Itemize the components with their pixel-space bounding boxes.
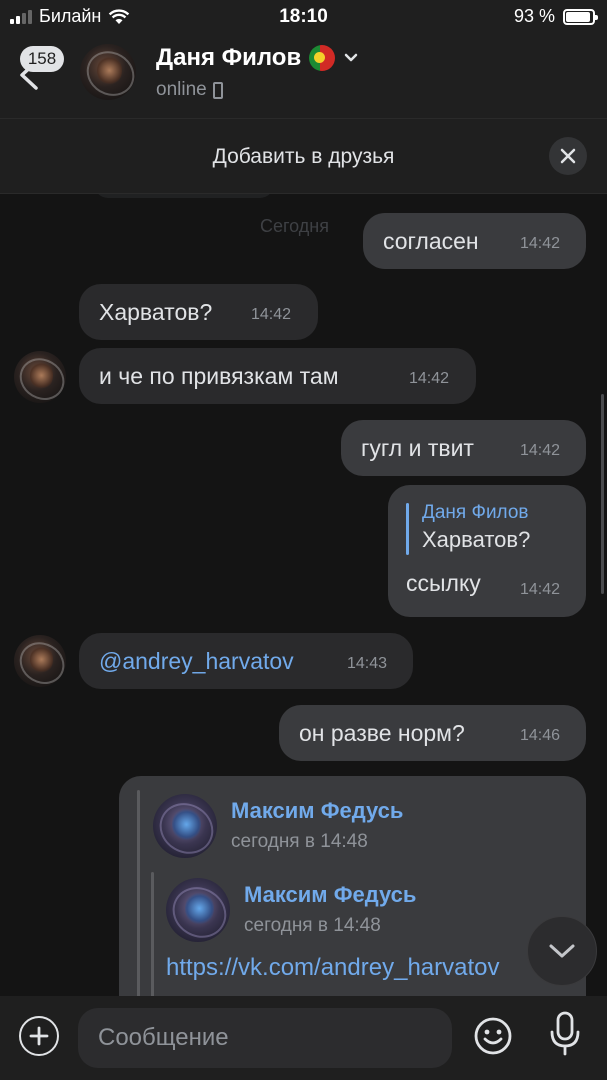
message-time: 14:42 <box>251 306 292 323</box>
message-time: 14:43 <box>347 655 388 672</box>
add-friend-bar: Добавить в друзья <box>0 118 607 194</box>
status-left: Билайн <box>10 6 130 27</box>
status-bar: Билайн 18:10 93 % <box>0 0 607 36</box>
message-list[interactable]: Сегодня согласен 14:42 Харватов? 14:42 и… <box>0 194 607 996</box>
message-bubble-outgoing[interactable]: согласен 14:42 <box>363 213 586 269</box>
chat-header: 158 Даня Филов online <box>0 36 607 118</box>
message-bubble-incoming[interactable]: Харватов? 14:42 <box>79 284 318 340</box>
forward-quote-bar <box>137 790 140 996</box>
nested-forward-author-avatar[interactable] <box>166 878 230 942</box>
battery-percent: 93 % <box>513 6 555 26</box>
chevron-down-icon <box>344 53 358 62</box>
message-bubble-incoming[interactable]: @andrey_harvatov 14:43 <box>79 633 413 689</box>
nested-forward-quote-bar <box>151 872 154 996</box>
battery-icon <box>563 8 598 25</box>
close-icon <box>560 148 576 164</box>
contact-avatar[interactable] <box>80 44 136 100</box>
message-bubble-outgoing-reply[interactable]: Даня Филов Харватов? ссылку 14:42 <box>388 485 586 617</box>
sender-avatar[interactable] <box>14 635 66 687</box>
date-separator: Сегодня <box>260 216 329 236</box>
unread-count-badge: 158 <box>20 46 64 72</box>
message-text: согласен <box>383 228 479 254</box>
plus-icon <box>29 1026 49 1046</box>
message-text: ссылку <box>406 570 481 596</box>
online-status-text: online <box>156 79 207 100</box>
phone-device-icon <box>212 81 223 99</box>
previous-message-edge <box>94 194 274 198</box>
message-time: 14:42 <box>409 370 450 387</box>
message-bubble-incoming[interactable]: и че по привязкам там 14:42 <box>79 348 476 404</box>
message-bubble-forwarded[interactable]: Максим Федусь сегодня в 14:48 Максим Фед… <box>119 776 586 996</box>
scroll-to-bottom-button[interactable] <box>527 916 597 986</box>
vk-profile-link[interactable]: https://vk.com/andrey_harvatov <box>166 954 500 982</box>
message-text: гугл и твит <box>361 435 474 461</box>
message-bubble-outgoing[interactable]: гугл и твит 14:42 <box>341 420 586 476</box>
nested-forward-date: сегодня в 14:48 <box>244 915 381 936</box>
reply-author-name[interactable]: Даня Филов <box>422 502 529 524</box>
portugal-flag-icon <box>309 45 336 71</box>
message-text: он разве норм? <box>299 720 465 746</box>
contact-status: online <box>156 79 223 101</box>
message-time: 14:42 <box>520 442 561 459</box>
message-time: 14:42 <box>520 581 561 598</box>
message-input[interactable] <box>78 1008 452 1068</box>
carrier-name: Билайн <box>39 6 102 26</box>
forward-author-name[interactable]: Максим Федусь <box>231 798 403 824</box>
chevron-down-icon <box>549 944 575 958</box>
reply-quote-bar <box>406 503 409 555</box>
cellular-signal-icon <box>10 9 32 24</box>
add-friend-button[interactable]: Добавить в друзья <box>0 145 607 169</box>
message-input-bar <box>0 996 607 1080</box>
emoji-icon[interactable] <box>473 1016 513 1056</box>
mention-link[interactable]: @andrey_harvatov <box>99 648 294 675</box>
sender-avatar[interactable] <box>14 351 66 403</box>
status-right: 93 % <box>513 6 598 27</box>
message-text: Харватов? <box>99 299 213 325</box>
message-bubble-outgoing[interactable]: он разве норм? 14:46 <box>279 705 586 761</box>
contact-title[interactable]: Даня Филов <box>156 44 359 72</box>
forward-author-avatar[interactable] <box>153 794 217 858</box>
contact-name: Даня Филов <box>156 44 302 71</box>
message-time: 14:46 <box>520 727 561 744</box>
message-text: и че по привязкам там <box>99 363 339 389</box>
forward-date: сегодня в 14:48 <box>231 831 368 852</box>
message-time: 14:42 <box>520 235 561 252</box>
microphone-icon[interactable] <box>547 1010 583 1058</box>
reply-quoted-text: Харватов? <box>422 527 531 552</box>
chat-scrollbar[interactable] <box>601 394 604 594</box>
attach-button[interactable] <box>19 1016 59 1056</box>
close-add-friend-button[interactable] <box>549 137 587 175</box>
nested-forward-author-name[interactable]: Максим Федусь <box>244 882 416 908</box>
wifi-icon <box>109 8 130 24</box>
